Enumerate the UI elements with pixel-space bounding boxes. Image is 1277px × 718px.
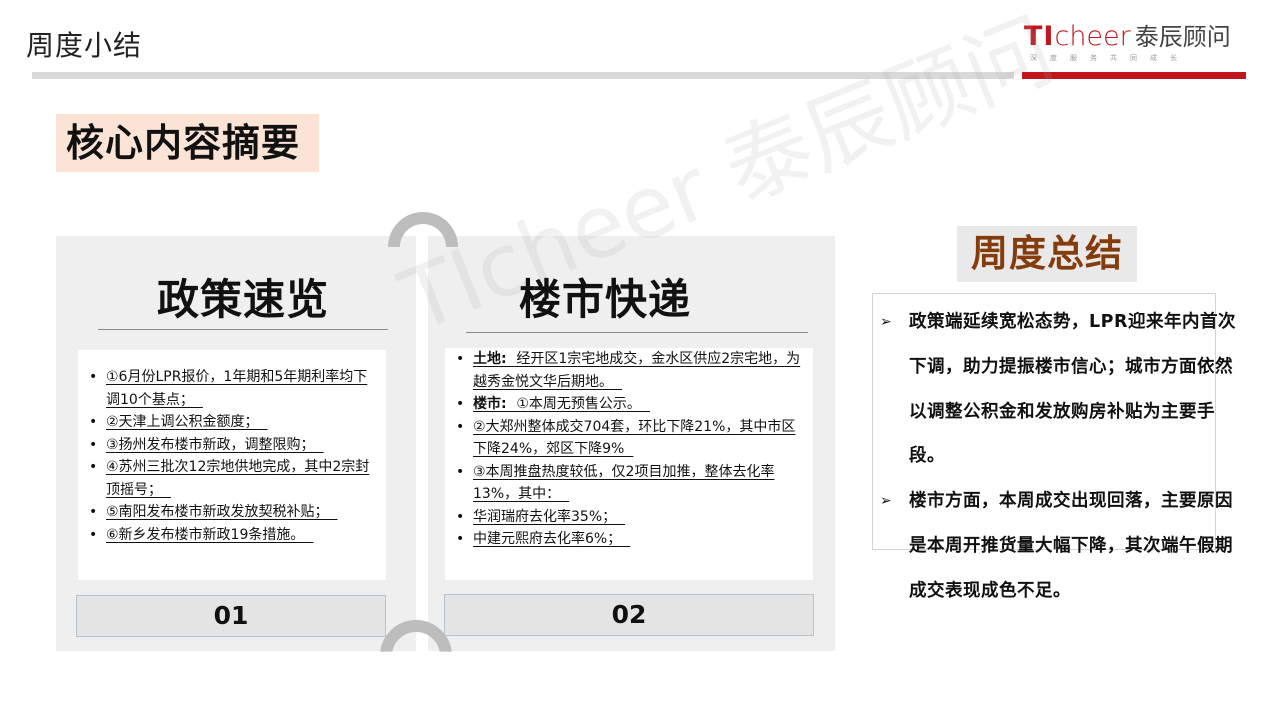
list-item: 中建元熙府去化率6%； — [453, 528, 807, 551]
list-item: 华润瑞府去化率35%； — [453, 506, 807, 529]
summary-point: ➢ 政策端延续宽松态势，LPR迎来年内首次下调，助力提振楼市信心；城市方面依然以调… — [878, 300, 1238, 479]
page-title: 周度小结 — [26, 29, 143, 62]
card-divider — [416, 236, 428, 651]
market-card-number: 02 — [444, 594, 814, 636]
list-item: ③本周推盘热度较低，仅2项目加推，整体去化率13%，其中： — [453, 461, 807, 506]
list-item: ②大郑州整体成交704套，环比下降21%，其中市区下降24%，郊区下降9% — [453, 416, 807, 461]
arrow-right-icon: ➢ — [880, 493, 893, 510]
policy-card-number: 01 — [76, 595, 386, 637]
logo-slogan: 深度服务共同成长 — [1030, 54, 1190, 62]
arrow-right-icon: ➢ — [880, 314, 893, 330]
logo-cn-text: 泰辰顾问 — [1134, 23, 1231, 51]
market-card-rule — [466, 332, 808, 333]
weekly-summary-heading: 周度总结 — [957, 226, 1137, 282]
list-item: ①6月份LPR报价，1年期和5年期利率均下调10个基点； — [86, 366, 380, 411]
list-item: ③扬州发布楼市新政，调整限购； — [86, 434, 380, 457]
header-accent-bar — [1022, 72, 1246, 79]
policy-list: ①6月份LPR报价，1年期和5年期利率均下调10个基点； ②天津上调公积金额度；… — [78, 350, 386, 580]
market-list: 土地:经开区1宗宅地成交，金水区供应2宗宅地，为越秀金悦文华后期地。 楼市:①本… — [445, 348, 813, 580]
header-divider — [32, 72, 1014, 79]
list-item: 土地:经开区1宗宅地成交，金水区供应2宗宅地，为越秀金悦文华后期地。 — [453, 348, 807, 393]
list-item: 楼市:①本周无预售公示。 — [453, 393, 807, 416]
logo-cheer-text: cheer — [1054, 21, 1131, 52]
list-item: ④苏州三批次12宗地供地完成，其中2宗封顶摇号； — [86, 456, 380, 501]
policy-card-rule — [98, 329, 388, 330]
summary-point: ➢ 楼市方面，本周成交出现回落，主要原因是本周开推货量大幅下降，其次端午假期成交表… — [878, 479, 1238, 613]
policy-card-title: 政策速览 — [156, 275, 329, 324]
list-item: ②天津上调公积金额度； — [86, 411, 380, 434]
summary-heading: 核心内容摘要 — [56, 114, 319, 172]
logo-ti-text: TI — [1024, 21, 1055, 52]
weekly-summary-text: ➢ 政策端延续宽松态势，LPR迎来年内首次下调，助力提振楼市信心；城市方面依然以调… — [878, 300, 1238, 614]
binder-ring-bottom — [380, 620, 452, 652]
market-card-title: 楼市快递 — [518, 275, 691, 324]
list-item: ⑤南阳发布楼市新政发放契税补贴； — [86, 501, 380, 524]
list-item: ⑥新乡发布楼市新政19条措施。 — [86, 524, 380, 547]
brand-logo: TIcheer 泰辰顾问 深度服务共同成长 — [1024, 22, 1254, 66]
